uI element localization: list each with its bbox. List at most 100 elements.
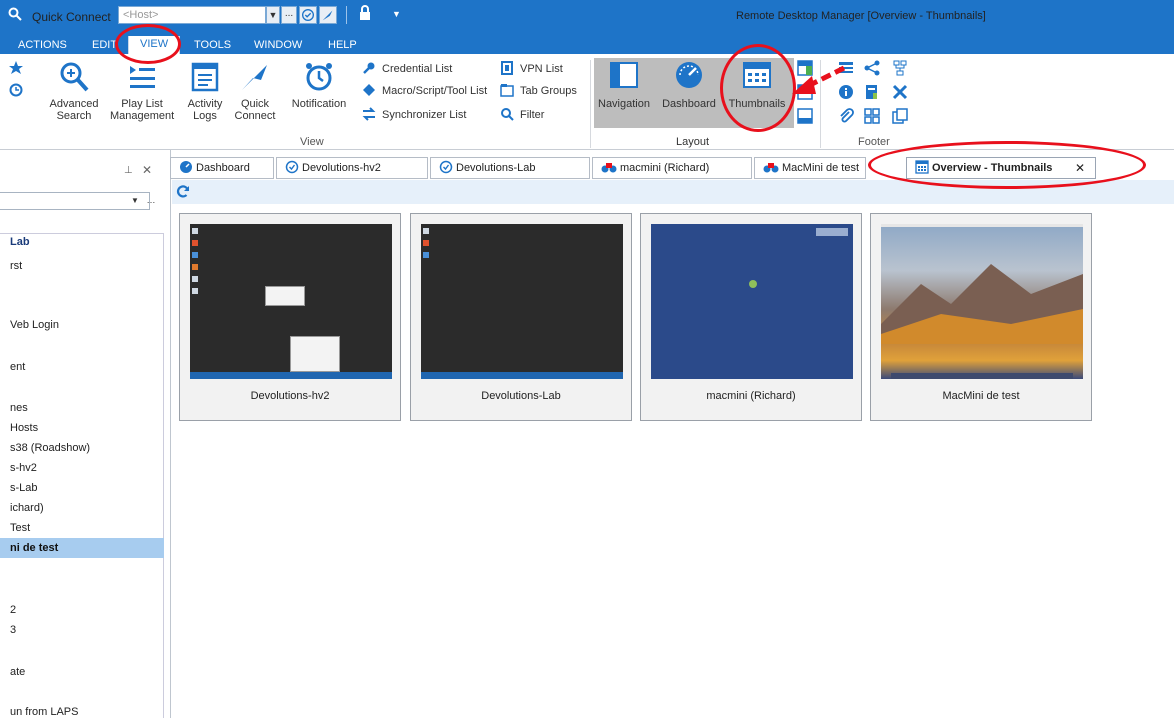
credential-list-button[interactable]: Credential List: [362, 60, 452, 78]
tree-item[interactable]: Test: [10, 522, 30, 534]
tree-item[interactable]: Hosts: [10, 422, 38, 434]
grid-icon[interactable]: [864, 108, 880, 124]
advanced-search-button[interactable]: Advanced Search: [46, 60, 102, 122]
rdp-icon: [285, 160, 299, 174]
tree-item[interactable]: s-hv2: [10, 462, 37, 474]
menu-edit[interactable]: EDIT: [92, 39, 117, 51]
history-icon[interactable]: [8, 82, 24, 98]
activity-logs-label-2: Logs: [193, 110, 217, 122]
quick-connect-label-2: Connect: [234, 110, 276, 122]
user-avatar-icon: [749, 280, 757, 288]
synchronizer-list-label: Synchronizer List: [382, 109, 467, 121]
tree-item[interactable]: nes: [10, 402, 28, 414]
tab-label: Devolutions-hv2: [302, 162, 381, 174]
tab-macmini-de-test[interactable]: MacMini de test: [754, 157, 866, 179]
tree-item[interactable]: ate: [10, 666, 25, 678]
tree-item[interactable]: s38 (Roadshow): [10, 442, 90, 454]
sync-arrows-icon: [362, 107, 376, 121]
tree-item[interactable]: ichard): [10, 502, 44, 514]
lock-icon[interactable]: [358, 5, 372, 21]
thumbnail-card[interactable]: Devolutions-hv2: [179, 213, 401, 421]
filter-button[interactable]: Filter: [500, 106, 544, 124]
dashboard-tab-icon: [180, 161, 192, 173]
share-icon[interactable]: [864, 60, 880, 76]
window-thumbnail: [816, 228, 848, 236]
quick-connect-small-icon[interactable]: [319, 6, 337, 24]
navigation-label: Navigation: [598, 98, 650, 110]
quick-connect-icon: [242, 65, 267, 90]
desktop-icon: [423, 252, 429, 258]
mac-dock: [891, 373, 1073, 379]
tab-groups-button[interactable]: Tab Groups: [500, 82, 577, 100]
thumbnail-card[interactable]: Devolutions-Lab: [410, 213, 632, 421]
annotation-circle-view-menu: [115, 24, 181, 64]
desktop-icon: [192, 240, 198, 246]
host-more-button[interactable]: ...: [281, 6, 297, 24]
activity-logs-label-1: Activity: [187, 98, 223, 110]
tree-item[interactable]: rst: [10, 260, 22, 272]
tree-item[interactable]: s-Lab: [10, 482, 38, 494]
menu-tools[interactable]: TOOLS: [194, 39, 231, 51]
play-list-management-button[interactable]: Play List Management: [110, 60, 174, 122]
annotation-arrow: [792, 65, 846, 94]
layout-bottom-icon[interactable]: [797, 108, 813, 124]
tools-icon[interactable]: [892, 84, 908, 100]
tree-item[interactable]: 2: [10, 604, 16, 616]
key-icon: [363, 62, 375, 74]
thumbnail-screenshot: [421, 224, 623, 379]
menu-actions[interactable]: ACTIONS: [18, 39, 67, 51]
search-icon[interactable]: [8, 7, 22, 21]
thumbnail-screenshot: [651, 224, 853, 379]
dashboard-layout-button[interactable]: Dashboard: [658, 60, 720, 110]
host-dropdown[interactable]: ▼: [266, 6, 280, 24]
attachment-icon[interactable]: [838, 108, 854, 124]
quick-connect-button[interactable]: Quick Connect: [234, 60, 276, 122]
play-list-label-1: Play List: [121, 98, 163, 110]
annotation-circle-overview-tab: [868, 141, 1146, 189]
tab-groups-label: Tab Groups: [520, 85, 577, 97]
search-more-button[interactable]: …: [145, 193, 157, 209]
connect-icon[interactable]: [299, 6, 317, 24]
vpn-list-button[interactable]: VPN List: [500, 60, 563, 78]
menu-help[interactable]: HELP: [328, 39, 357, 51]
activity-logs-button[interactable]: Activity Logs: [184, 60, 226, 122]
synchronizer-list-button[interactable]: Synchronizer List: [362, 106, 466, 124]
filter-label: Filter: [520, 109, 545, 121]
documents-icon[interactable]: [864, 84, 880, 100]
pin-icon[interactable]: ⊥: [124, 165, 133, 176]
tree-item[interactable]: Veb Login: [10, 319, 59, 331]
favorite-star-icon[interactable]: [8, 60, 24, 76]
desktop-icon: [192, 288, 198, 294]
thumbnail-card[interactable]: macmini (Richard): [640, 213, 862, 421]
thumbnail-card[interactable]: MacMini de test: [870, 213, 1092, 421]
tree-item[interactable]: ent: [10, 361, 25, 373]
copy-icon[interactable]: [892, 108, 908, 124]
window-thumbnail: [290, 336, 340, 372]
refresh-icon[interactable]: [175, 184, 191, 200]
pane-close-icon[interactable]: ✕: [142, 163, 152, 177]
tab-devolutions-lab[interactable]: Devolutions-Lab: [430, 157, 590, 179]
notification-button[interactable]: Notification: [288, 60, 350, 110]
macro-list-button[interactable]: Macro/Script/Tool List: [362, 82, 487, 100]
host-input[interactable]: <Host>: [118, 6, 266, 24]
navigation-layout-button[interactable]: Navigation: [596, 60, 652, 110]
search-dropdown-icon[interactable]: ▼: [130, 193, 140, 209]
vnc-binoculars-icon: [601, 163, 617, 173]
macro-icon: [363, 84, 375, 96]
network-icon[interactable]: [892, 60, 908, 76]
vpn-list-label: VPN List: [520, 63, 563, 75]
qat-customize-icon[interactable]: ▼: [392, 9, 401, 19]
vnc-binoculars-icon: [763, 163, 779, 173]
tab-macmini-richard[interactable]: macmini (Richard): [592, 157, 752, 179]
tree-item[interactable]: un from LAPS: [10, 706, 78, 718]
desktop-icon: [423, 228, 429, 234]
advanced-search-label-2: Search: [56, 110, 92, 122]
menu-window[interactable]: WINDOW: [254, 39, 302, 51]
tree-item[interactable]: 3: [10, 624, 16, 636]
tree-item-selected[interactable]: ni de test: [0, 538, 164, 558]
thumbnail-screenshot: [190, 224, 392, 379]
tree-item[interactable]: Lab: [10, 236, 30, 248]
navigation-search-input[interactable]: [0, 192, 150, 210]
tab-devolutions-hv2[interactable]: Devolutions-hv2: [276, 157, 428, 179]
tab-dashboard[interactable]: Dashboard: [170, 157, 274, 179]
